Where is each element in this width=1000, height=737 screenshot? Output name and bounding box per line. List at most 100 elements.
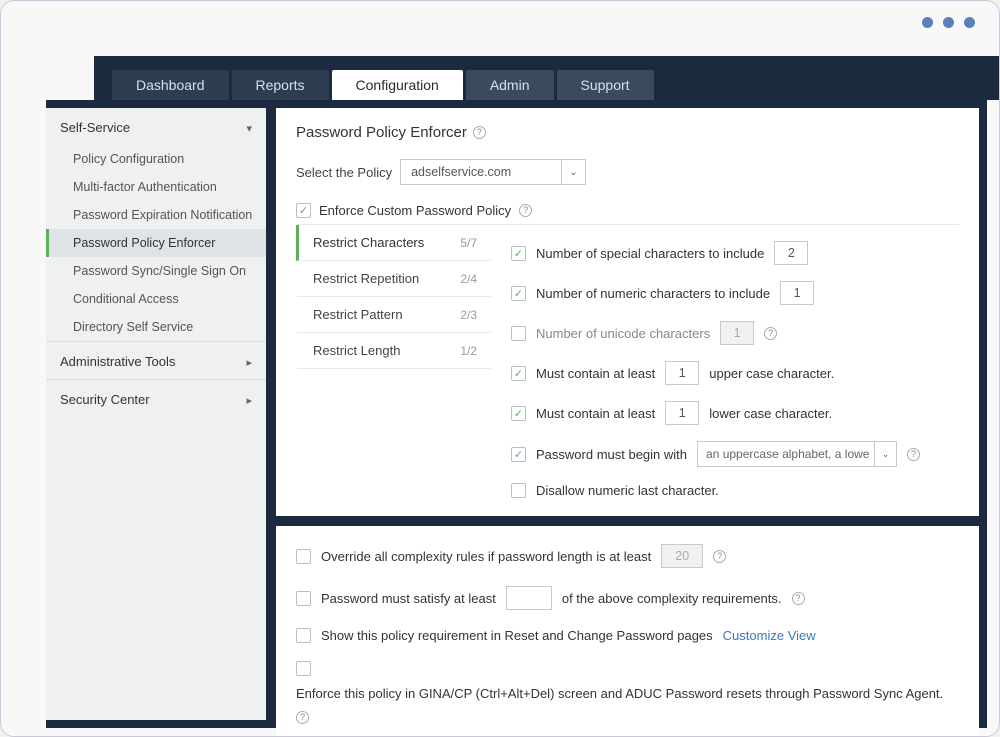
rule-label: Number of unicode characters <box>536 326 710 341</box>
gina-checkbox[interactable] <box>296 661 311 676</box>
override-checkbox[interactable] <box>296 549 311 564</box>
policy-select[interactable]: adselfservice.com ⌄ <box>400 159 586 185</box>
rule-tab-restrict-pattern[interactable]: Restrict Pattern 2/3 <box>296 297 491 333</box>
gina-label: Enforce this policy in GINA/CP (Ctrl+Alt… <box>296 686 943 701</box>
select-policy-label: Select the Policy <box>296 165 392 180</box>
rule-tabs: Restrict Characters 5/7 Restrict Repetit… <box>296 225 491 498</box>
rule-value-input[interactable] <box>780 281 814 305</box>
rule-value-input[interactable] <box>774 241 808 265</box>
rule-tab-label: Restrict Characters <box>313 235 424 250</box>
rule-label-post: lower case character. <box>709 406 832 421</box>
window-dot <box>964 17 975 28</box>
tab-dashboard[interactable]: Dashboard <box>112 70 229 100</box>
rule-label: Password must begin with <box>536 447 687 462</box>
rule-value-input <box>720 321 754 345</box>
window-dot <box>943 17 954 28</box>
rule-tab-label: Restrict Pattern <box>313 307 403 322</box>
sidebar-item-conditional-access[interactable]: Conditional Access <box>46 285 266 313</box>
satisfy-checkbox[interactable] <box>296 591 311 606</box>
enforce-label: Enforce Custom Password Policy <box>319 203 511 218</box>
rule-special-chars: Number of special characters to include <box>511 241 959 265</box>
rule-checkbox[interactable] <box>511 366 526 381</box>
chevron-down-icon[interactable]: ⌄ <box>874 442 896 466</box>
chevron-down-icon[interactable]: ⌄ <box>561 160 585 184</box>
rule-tab-count: 1/2 <box>460 344 477 358</box>
chevron-right-icon <box>246 354 252 369</box>
sidebar-group-security-center[interactable]: Security Center <box>46 379 266 417</box>
enforce-checkbox[interactable] <box>296 203 311 218</box>
sidebar-item-directory-self-service[interactable]: Directory Self Service <box>46 313 266 341</box>
help-icon[interactable]: ? <box>792 592 805 605</box>
rule-checkbox[interactable] <box>511 406 526 421</box>
rule-label: Disallow numeric last character. <box>536 483 719 498</box>
help-icon[interactable]: ? <box>764 327 777 340</box>
rule-tab-count: 5/7 <box>460 236 477 250</box>
show-requirement-row: Show this policy requirement in Reset an… <box>296 628 959 643</box>
page-title-row: Password Policy Enforcer ? <box>296 124 959 141</box>
rule-label-pre: Must contain at least <box>536 406 655 421</box>
rule-tab-restrict-repetition[interactable]: Restrict Repetition 2/4 <box>296 261 491 297</box>
tab-support[interactable]: Support <box>557 70 654 100</box>
rule-tab-count: 2/3 <box>460 308 477 322</box>
rule-value-input[interactable] <box>665 361 699 385</box>
sidebar-item-mfa[interactable]: Multi-factor Authentication <box>46 173 266 201</box>
sidebar-group-label: Administrative Tools <box>60 354 175 369</box>
rule-lowercase: Must contain at least lower case charact… <box>511 401 959 425</box>
main-content: Password Policy Enforcer ? Select the Po… <box>276 108 979 720</box>
rules-area: Restrict Characters 5/7 Restrict Repetit… <box>296 224 959 498</box>
rule-checkbox[interactable] <box>511 326 526 341</box>
rule-checkbox[interactable] <box>511 286 526 301</box>
rule-label-pre: Must contain at least <box>536 366 655 381</box>
rule-tab-restrict-length[interactable]: Restrict Length 1/2 <box>296 333 491 369</box>
rule-uppercase: Must contain at least upper case charact… <box>511 361 959 385</box>
rule-tab-restrict-characters[interactable]: Restrict Characters 5/7 <box>296 225 491 261</box>
policy-select-value: adselfservice.com <box>401 165 561 179</box>
sidebar-group-self-service[interactable]: Self-Service <box>46 108 266 145</box>
sidebar-group-label: Security Center <box>60 392 150 407</box>
show-req-checkbox[interactable] <box>296 628 311 643</box>
override-length-input <box>661 544 703 568</box>
sidebar-item-policy-configuration[interactable]: Policy Configuration <box>46 145 266 173</box>
sidebar-item-password-expiration[interactable]: Password Expiration Notification <box>46 201 266 229</box>
override-panel: Override all complexity rules if passwor… <box>276 526 979 737</box>
rule-numeric-chars: Number of numeric characters to include <box>511 281 959 305</box>
help-icon[interactable]: ? <box>473 126 486 139</box>
app-header: Dashboard Reports Configuration Admin Su… <box>94 56 999 100</box>
satisfy-label-pre: Password must satisfy at least <box>321 591 496 606</box>
show-req-label: Show this policy requirement in Reset an… <box>321 628 713 643</box>
browser-frame: Dashboard Reports Configuration Admin Su… <box>0 0 1000 737</box>
tab-admin[interactable]: Admin <box>466 70 554 100</box>
page-title: Password Policy Enforcer <box>296 124 467 141</box>
chevron-right-icon <box>246 392 252 407</box>
sidebar-group-label: Self-Service <box>60 120 130 135</box>
rule-tab-count: 2/4 <box>460 272 477 286</box>
help-icon[interactable]: ? <box>907 448 920 461</box>
override-label: Override all complexity rules if passwor… <box>321 549 651 564</box>
rule-checkbox[interactable] <box>511 483 526 498</box>
satisfy-label-post: of the above complexity requirements. <box>562 591 782 606</box>
rule-label: Number of special characters to include <box>536 246 764 261</box>
chevron-down-icon <box>246 120 252 135</box>
browser-window-dots <box>922 17 975 28</box>
help-icon[interactable]: ? <box>519 204 532 217</box>
rule-checkbox[interactable] <box>511 447 526 462</box>
customize-view-link[interactable]: Customize View <box>723 628 816 643</box>
rule-begin-with: Password must begin with an uppercase al… <box>511 441 959 467</box>
rule-value-input[interactable] <box>665 401 699 425</box>
tab-reports[interactable]: Reports <box>232 70 329 100</box>
satisfy-count-input[interactable] <box>506 586 552 610</box>
rule-tab-label: Restrict Length <box>313 343 400 358</box>
rule-disallow-numeric-last: Disallow numeric last character. <box>511 483 959 498</box>
help-icon[interactable]: ? <box>296 711 309 724</box>
help-icon[interactable]: ? <box>713 550 726 563</box>
sidebar-group-admin-tools[interactable]: Administrative Tools <box>46 341 266 379</box>
sidebar-item-password-sync[interactable]: Password Sync/Single Sign On <box>46 257 266 285</box>
satisfy-at-least-row: Password must satisfy at least of the ab… <box>296 586 959 610</box>
rule-label: Number of numeric characters to include <box>536 286 770 301</box>
rule-checkbox[interactable] <box>511 246 526 261</box>
sidebar-item-password-policy-enforcer[interactable]: Password Policy Enforcer <box>46 229 266 257</box>
tab-configuration[interactable]: Configuration <box>332 70 463 100</box>
begin-with-select[interactable]: an uppercase alphabet, a lowe ⌄ <box>697 441 897 467</box>
rule-unicode-chars: Number of unicode characters ? <box>511 321 959 345</box>
rule-label-post: upper case character. <box>709 366 834 381</box>
